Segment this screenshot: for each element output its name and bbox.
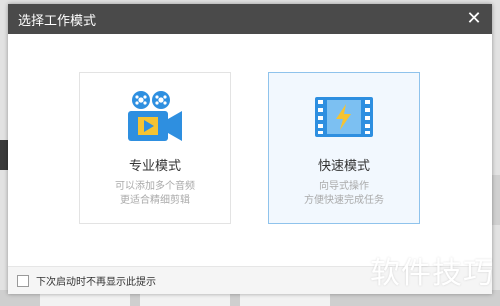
quick-mode-description: 向导式操作 方便快速完成任务 (269, 180, 419, 208)
professional-mode-line1: 可以添加多个音频 (115, 181, 195, 192)
background-window-edge (0, 140, 8, 170)
professional-mode-card[interactable]: 专业模式 可以添加多个音频 更适合精细剪辑 (79, 72, 231, 224)
quick-mode-title: 快速模式 (317, 159, 370, 174)
professional-mode-description: 可以添加多个音频 更适合精细剪辑 (80, 180, 230, 208)
video-camera-icon (128, 91, 182, 141)
dialog-title: 选择工作模式 (18, 13, 97, 29)
mode-options: 专业模式 可以添加多个音频 更适合精细剪辑 快速模式 向导式操作 方便快速完成任… (8, 72, 492, 232)
background-tile (240, 294, 330, 306)
dont-show-again-checkbox[interactable] (17, 274, 29, 287)
film-strip-lightning-icon (315, 97, 373, 137)
quick-mode-card[interactable]: 快速模式 向导式操作 方便快速完成任务 (268, 72, 420, 224)
background-tile (40, 294, 130, 306)
close-icon[interactable]: ✕ (464, 9, 484, 29)
dont-show-again-label[interactable]: 下次启动时不再显示此提示 (36, 273, 156, 288)
quick-mode-line2: 方便快速完成任务 (304, 195, 384, 206)
professional-mode-title: 专业模式 (128, 159, 181, 174)
professional-mode-line2: 更适合精细剪辑 (120, 195, 190, 206)
background-tile (140, 294, 230, 306)
quick-mode-line1: 向导式操作 (319, 181, 369, 192)
dialog-titlebar: 选择工作模式 ✕ (8, 4, 492, 34)
watermark-text: 软件技巧 (370, 256, 494, 291)
